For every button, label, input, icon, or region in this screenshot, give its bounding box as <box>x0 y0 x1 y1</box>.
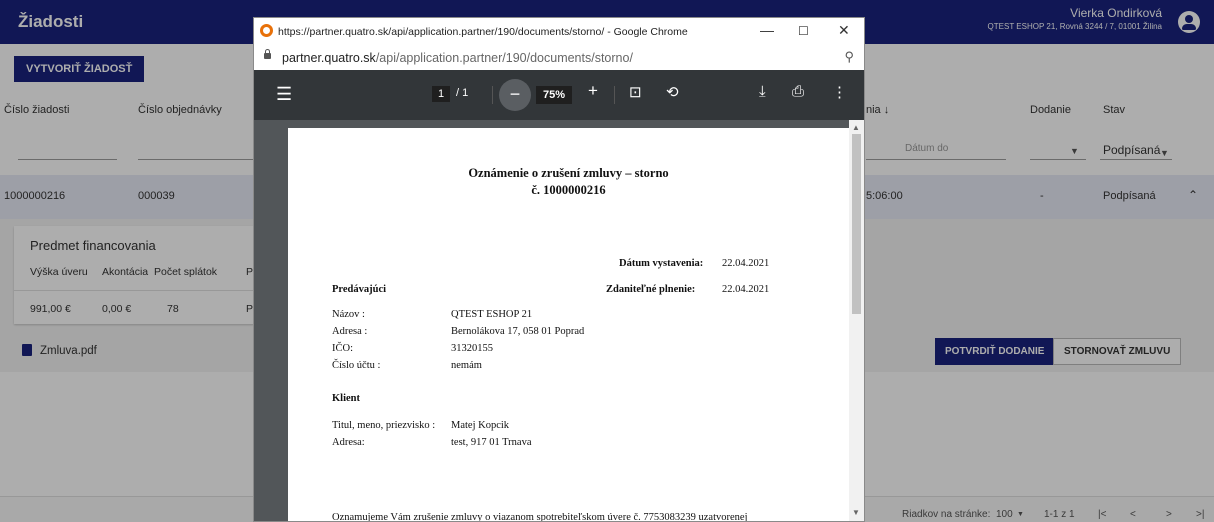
seller-address-value: Bernolákova 17, 058 01 Poprad <box>451 326 585 337</box>
lock-icon[interactable] <box>264 49 271 59</box>
site-favicon-icon <box>260 24 273 37</box>
client-address-value: test, 917 01 Trnava <box>451 437 532 448</box>
seller-ico-label: IČO: <box>332 343 353 354</box>
seller-address-label: Adresa : <box>332 326 368 337</box>
client-name-label: Titul, meno, priezvisko : <box>332 420 436 431</box>
address-url[interactable]: partner.quatro.sk/api/application.partne… <box>282 51 633 65</box>
minimize-icon[interactable]: — <box>760 22 774 38</box>
divider <box>492 86 493 104</box>
print-icon[interactable]: ⎙ <box>792 83 804 100</box>
zoom-magnifier-icon[interactable]: ⚲ <box>844 49 854 65</box>
window-title: https://partner.quatro.sk/api/applicatio… <box>278 26 688 38</box>
client-name-value: Matej Kopcik <box>451 420 510 431</box>
taxable-value: 22.04.2021 <box>722 284 770 295</box>
fit-page-icon[interactable]: ⊡ <box>629 83 642 101</box>
seller-account-value: nemám <box>451 360 482 371</box>
zoom-in-button[interactable]: + <box>588 81 598 101</box>
download-icon[interactable]: ⤓ <box>759 83 766 100</box>
scroll-down-icon[interactable]: ▼ <box>852 508 860 517</box>
seller-heading: Predávajúci <box>332 284 387 295</box>
address-bar[interactable]: partner.quatro.sk/api/application.partne… <box>254 46 864 70</box>
more-options-icon[interactable]: ⋮ <box>832 83 847 101</box>
address-path: /api/application.partner/190/documents/s… <box>375 51 633 65</box>
zoom-out-button[interactable]: − <box>499 79 531 111</box>
close-icon[interactable]: ✕ <box>838 22 850 39</box>
pdf-toolbar: ☰ 1 / 1 − 75% + ⊡ ⟲ ⤓ ⎙ ⋮ <box>254 70 864 120</box>
pdf-page: Oznámenie o zrušení zmluvy – storno č. 1… <box>288 128 849 521</box>
client-heading: Klient <box>332 393 360 404</box>
seller-name-value: QTEST ESHOP 21 <box>451 309 533 320</box>
pdf-scrollbar[interactable]: ▲ ▼ <box>849 120 864 521</box>
scroll-thumb[interactable] <box>852 134 861 314</box>
doc-title: Oznámenie o zrušení zmluvy – storno <box>468 166 669 180</box>
zoom-level[interactable]: 75% <box>536 86 572 104</box>
pdf-viewer[interactable]: Oznámenie o zrušení zmluvy – storno č. 1… <box>254 120 864 521</box>
seller-ico-value: 31320155 <box>451 343 493 354</box>
page-total: / 1 <box>456 87 469 99</box>
client-address-label: Adresa: <box>332 437 365 448</box>
doc-body-text: Oznamujeme Vám zrušenie zmluvy o viazano… <box>332 512 748 521</box>
issue-date-value: 22.04.2021 <box>722 258 770 269</box>
doc-number: č. 1000000216 <box>531 183 606 197</box>
seller-name-label: Názov : <box>332 309 365 320</box>
issue-date-label: Dátum vystavenia: <box>619 258 704 269</box>
seller-account-label: Číslo účtu : <box>332 360 381 371</box>
rotate-icon[interactable]: ⟲ <box>666 83 679 101</box>
scroll-up-icon[interactable]: ▲ <box>852 123 860 132</box>
maximize-icon[interactable]: ☐ <box>798 24 809 38</box>
menu-icon[interactable]: ☰ <box>276 84 292 105</box>
taxable-label: Zdaniteľné plnenie: <box>606 284 696 295</box>
chrome-popup-window: https://partner.quatro.sk/api/applicatio… <box>253 17 865 522</box>
address-host: partner.quatro.sk <box>282 51 376 65</box>
window-title-bar[interactable]: https://partner.quatro.sk/api/applicatio… <box>254 18 864 46</box>
divider <box>614 86 615 104</box>
page-number-input[interactable]: 1 <box>432 86 450 102</box>
